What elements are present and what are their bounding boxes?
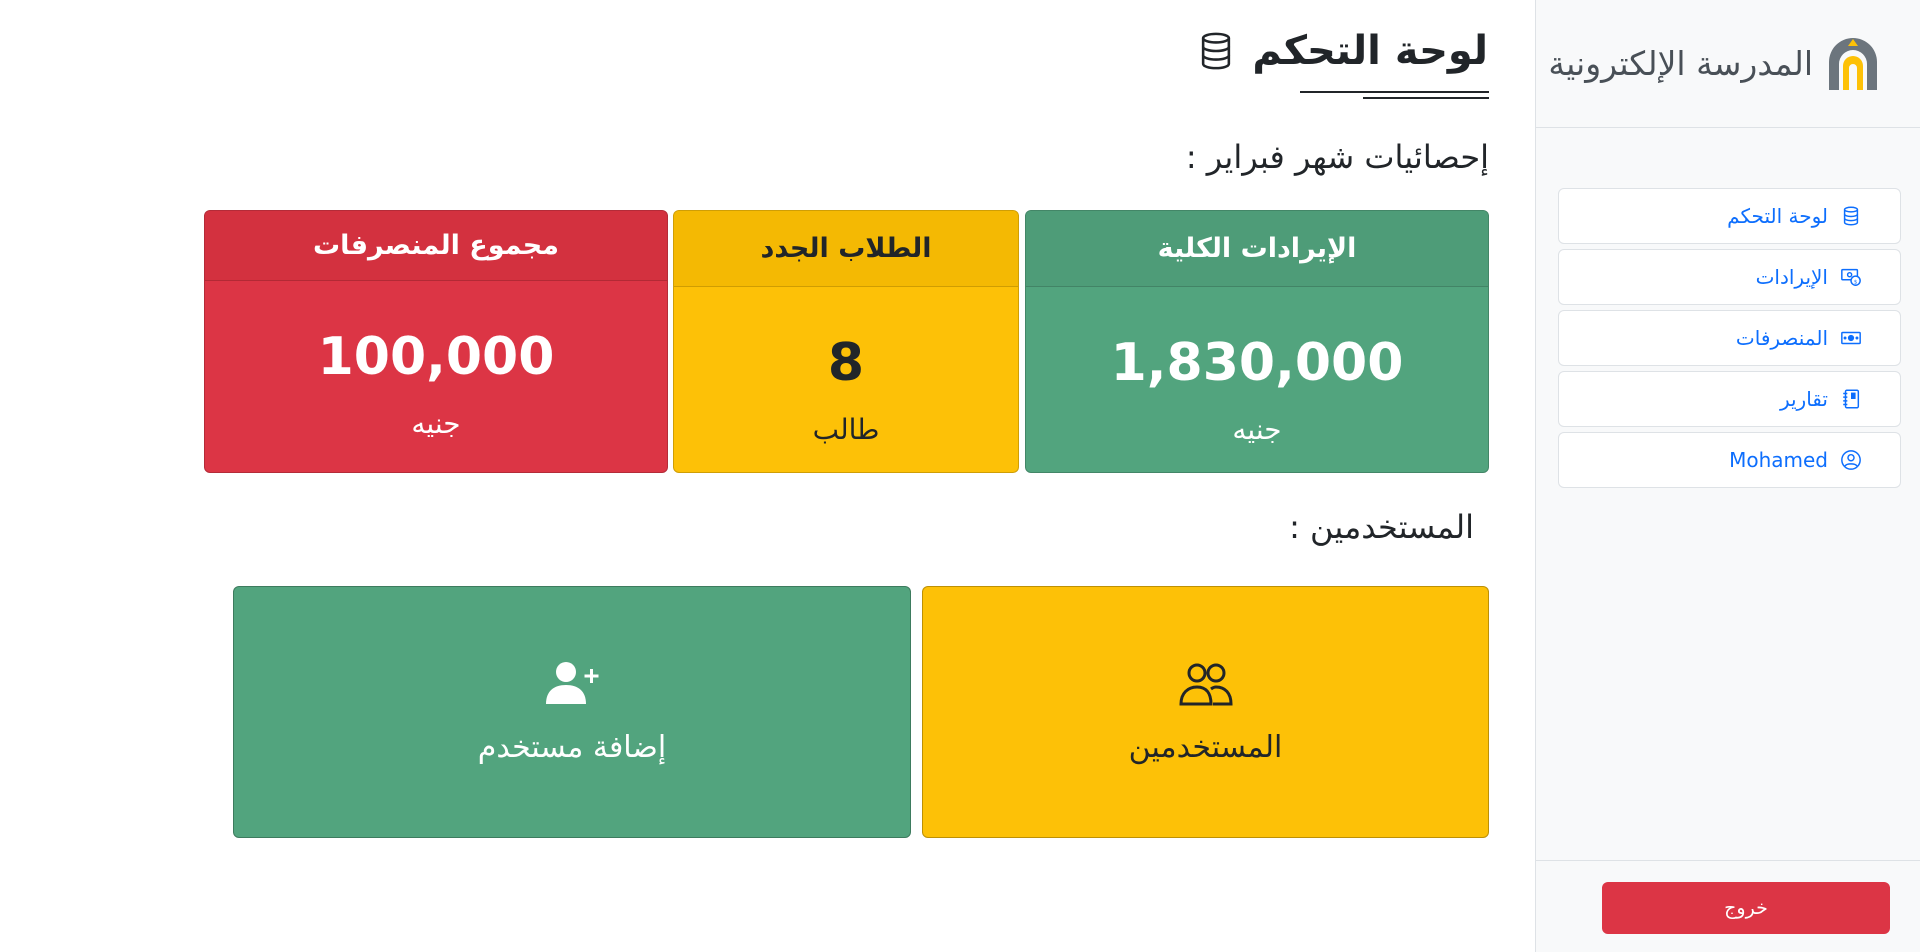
users-section-title: المستخدمين : — [1289, 508, 1474, 546]
sidebar: المدرسة الإلكترونية لوحة التحكم الإيرادا… — [1535, 0, 1920, 952]
person-circle-icon — [1841, 450, 1861, 470]
page-title-text: لوحة التحكم — [1252, 28, 1488, 74]
sidebar-item-label: الإيرادات — [1755, 265, 1828, 289]
stat-card-value: 1,830,000 — [1110, 333, 1404, 393]
stat-card-value: 100,000 — [317, 327, 555, 387]
database-icon — [1843, 206, 1859, 226]
sidebar-item-dashboard[interactable]: لوحة التحكم — [1558, 188, 1901, 244]
stat-card-unit: جنيه — [411, 407, 461, 440]
stats-section-title: إحصائيات شهر فبراير : — [1185, 138, 1489, 176]
person-plus-icon — [546, 661, 599, 704]
logout-button[interactable]: خروج — [1602, 882, 1890, 934]
svg-text:$: $ — [1854, 279, 1858, 285]
sidebar-item-expenses[interactable]: المنصرفات — [1558, 310, 1901, 366]
add-user-card-label: إضافة مستخدم — [477, 729, 667, 765]
stat-card-header: مجموع المنصرفات — [205, 211, 667, 281]
sidebar-item-revenues[interactable]: الإيرادات $ — [1558, 249, 1901, 305]
cash-icon — [1841, 331, 1861, 345]
sidebar-item-reports[interactable]: تقارير — [1558, 371, 1901, 427]
sidebar-item-label: لوحة التحكم — [1727, 204, 1828, 228]
school-logo-icon — [1829, 37, 1877, 90]
brand[interactable]: المدرسة الإلكترونية — [1536, 0, 1920, 128]
database-icon — [1202, 32, 1231, 70]
stat-card-total-revenue: الإيرادات الكلية 1,830,000 جنيه — [1025, 210, 1489, 473]
sidebar-item-user[interactable]: Mohamed — [1558, 432, 1901, 488]
journal-icon — [1843, 389, 1860, 409]
add-user-card[interactable]: إضافة مستخدم — [233, 586, 911, 838]
stat-card-header: الإيرادات الكلية — [1026, 211, 1488, 287]
title-underline — [1300, 91, 1489, 93]
sidebar-item-label: Mohamed — [1729, 448, 1828, 472]
sidebar-item-label: المنصرفات — [1735, 326, 1828, 350]
stat-card-header: الطلاب الجدد — [674, 211, 1018, 287]
stat-card-unit: جنيه — [1232, 413, 1282, 446]
title-underline — [1363, 97, 1489, 99]
stat-card-total-expenses: مجموع المنصرفات 100,000 جنيه — [204, 210, 668, 473]
sidebar-footer: خروج — [1536, 860, 1920, 952]
sidebar-item-label: تقارير — [1779, 387, 1828, 411]
stat-card-unit: طالب — [812, 413, 880, 446]
people-icon — [1178, 663, 1233, 705]
stat-card-new-students: الطلاب الجدد 8 طالب — [673, 210, 1019, 473]
stat-card-value: 8 — [827, 333, 865, 393]
brand-name: المدرسة الإلكترونية — [1548, 44, 1813, 83]
cash-coin-icon: $ — [1841, 268, 1861, 286]
page-title: لوحة التحكم — [1198, 28, 1488, 74]
users-card-label: المستخدمين — [1128, 729, 1283, 765]
users-card[interactable]: المستخدمين — [922, 586, 1489, 838]
